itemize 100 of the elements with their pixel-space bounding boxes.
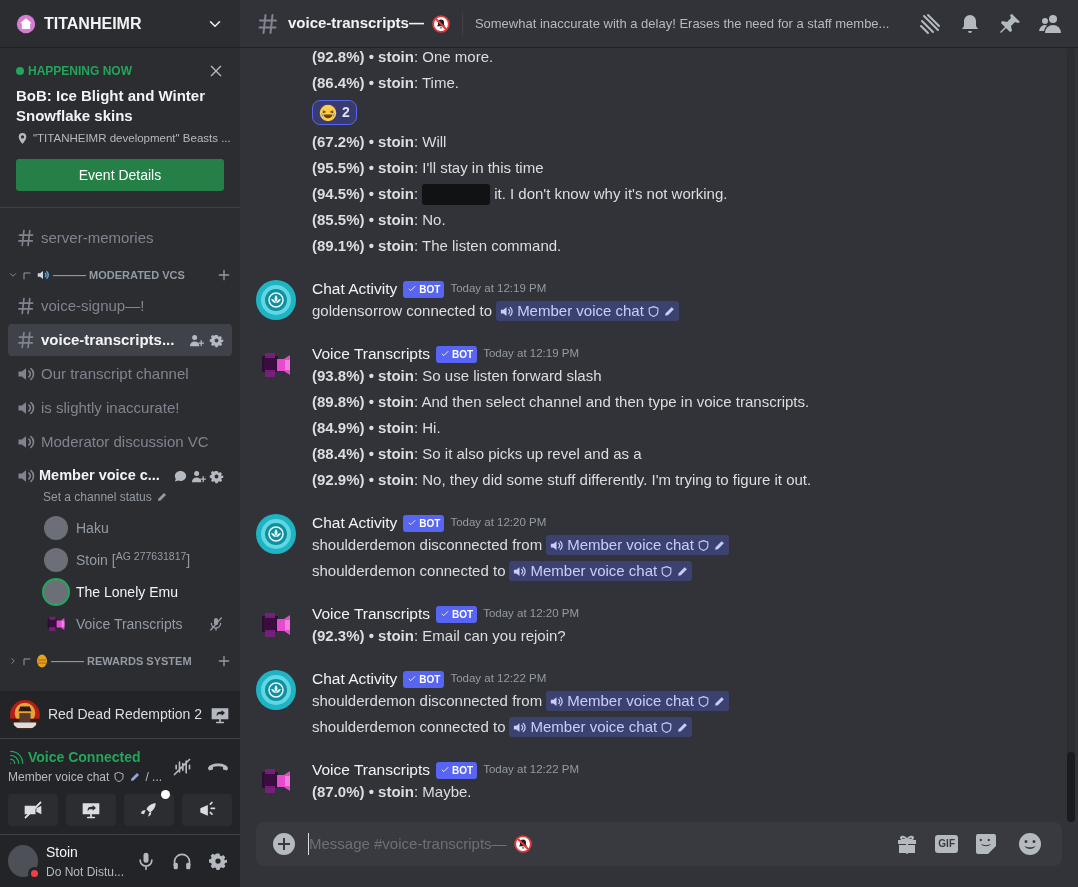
message-text: shoulderdemon disconnected from xyxy=(312,691,543,711)
pencil-icon xyxy=(662,304,676,318)
reaction-button[interactable]: 2 xyxy=(312,100,357,125)
chat-icon[interactable] xyxy=(173,468,188,484)
shield-icon xyxy=(113,771,126,783)
live-dot xyxy=(16,67,24,75)
event-status: HAPPENING NOW xyxy=(28,63,132,80)
message-field[interactable]: Message #voice-transcripts— xyxy=(308,832,510,856)
voice-member[interactable]: Stoin [$^{AG 277631817}$] xyxy=(8,544,232,577)
shield-icon xyxy=(696,694,710,708)
game-name: Red Dead Redemption 2 xyxy=(47,705,202,724)
author-name[interactable]: Chat Activity xyxy=(312,667,398,691)
bot-tag: BOT xyxy=(403,670,445,688)
channel-name: voice-transcripts— xyxy=(288,13,424,34)
house-icon xyxy=(16,13,36,34)
message-text: (89.8%) • stoin: And then select channel and then type in voice transcripts. xyxy=(312,392,811,412)
channel-topic[interactable]: Somewhat inaccurate with a delay! Erases the need for a staff membe... xyxy=(474,13,902,34)
pencil-icon xyxy=(712,538,726,552)
author-name[interactable]: Voice Transcripts xyxy=(312,602,431,626)
category-name[interactable]: ——— REWARDS SYSTEM xyxy=(51,653,213,670)
bot-tag: BOT xyxy=(436,761,478,779)
channel-item[interactable]: voice-transcripts... xyxy=(8,324,232,357)
channel-mention[interactable]: Member voice chat xyxy=(509,717,693,737)
add-member-icon[interactable] xyxy=(189,332,204,348)
message-text: it. I don't know why it's not working. xyxy=(494,184,728,204)
pencil-icon xyxy=(676,720,690,734)
author-name[interactable]: Chat Activity xyxy=(312,511,398,535)
screen-share-button[interactable] xyxy=(66,794,116,826)
voice-member[interactable]: The Lonely Emu xyxy=(8,576,232,609)
message-text: (87.0%) • stoin: Maybe. xyxy=(312,782,473,802)
hash-icon xyxy=(16,296,36,317)
category-name[interactable]: ——— MODERATED VCS xyxy=(53,267,213,284)
author-name[interactable]: Chat Activity xyxy=(312,277,398,301)
author-name[interactable]: Voice Transcripts xyxy=(312,342,431,366)
message-text: shoulderdemon connected to xyxy=(312,717,506,737)
timestamp: Today at 12:19 PM xyxy=(450,281,547,297)
server-name[interactable]: TITANHEIMR xyxy=(44,11,142,36)
settings-icon[interactable] xyxy=(209,332,224,348)
bot-tag: BOT xyxy=(436,345,478,363)
message-text: shoulderdemon connected to xyxy=(312,561,506,581)
bot-avatar[interactable] xyxy=(256,514,296,554)
channel-mention[interactable]: Member voice chat xyxy=(509,561,693,581)
channel-suffix: / ... xyxy=(145,769,163,786)
check-icon xyxy=(407,284,418,294)
message-text: (67.2%) • stoin: Will xyxy=(312,132,448,152)
soundboard-button[interactable] xyxy=(182,794,232,826)
camera-button[interactable] xyxy=(8,794,58,826)
sticker-icon xyxy=(974,832,998,856)
shield-icon xyxy=(660,564,674,578)
event-details-button[interactable]: Event Details xyxy=(16,159,224,192)
camera-off-icon xyxy=(23,800,43,820)
channel-mention[interactable]: Member voice chat xyxy=(546,691,729,711)
message-text: (92.9%) • stoin: No, they did some stuff differently. I'm trying to figure it out. xyxy=(312,470,813,490)
scrollbar-thumb[interactable] xyxy=(1067,752,1075,822)
pencil-icon[interactable] xyxy=(155,491,168,504)
voice-member[interactable]: Haku xyxy=(8,512,232,545)
timestamp: Today at 12:19 PM xyxy=(483,346,580,362)
timestamp: Today at 12:22 PM xyxy=(483,762,580,778)
message-text: (93.8%) • stoin: So use listen forward slash xyxy=(312,366,603,386)
settings-icon[interactable] xyxy=(209,468,224,484)
message-text: (85.5%) • stoin: No. xyxy=(312,210,447,230)
chevron-right-icon[interactable] xyxy=(8,656,18,667)
attach-button[interactable] xyxy=(272,832,296,856)
pin-icon[interactable] xyxy=(998,11,1022,36)
check-icon xyxy=(440,765,451,775)
channel-item[interactable]: server-memories xyxy=(8,222,232,255)
voice-channel-name[interactable]: Member voice chat xyxy=(8,768,110,786)
channel-item[interactable]: Our transcript channel xyxy=(8,358,232,391)
author-name[interactable]: Voice Transcripts xyxy=(312,758,431,782)
message-text: goldensorrow connected to xyxy=(312,301,493,321)
noise-off-icon xyxy=(172,756,192,777)
pencil-icon xyxy=(129,771,142,783)
message-text: (92.3%) • stoin: Email can you rejoin? xyxy=(312,626,567,646)
channel-item[interactable]: Moderator discussion VC xyxy=(8,426,232,459)
signal-icon xyxy=(8,749,24,766)
screen-share-icon xyxy=(81,800,101,820)
redaction-bar xyxy=(422,183,491,205)
hash-icon xyxy=(16,330,36,351)
pencil-icon xyxy=(712,694,726,708)
voice-status[interactable]: Voice Connected xyxy=(28,747,141,768)
message-text: (95.5%) • stoin: I'll stay in this time xyxy=(312,158,545,178)
add-member-icon[interactable] xyxy=(191,468,206,484)
voice-member[interactable]: Voice Transcripts xyxy=(8,608,232,641)
bot-tag: BOT xyxy=(403,514,445,532)
bot-avatar[interactable] xyxy=(256,280,296,320)
close-icon[interactable] xyxy=(208,63,224,79)
microphone-icon xyxy=(136,851,156,871)
channel-mention[interactable]: Member voice chat xyxy=(496,301,679,321)
hang-up-icon xyxy=(208,762,228,771)
shield-icon xyxy=(696,538,710,552)
helmet-icon xyxy=(36,654,48,669)
laughing-emoji-icon xyxy=(319,103,337,122)
bot-avatar[interactable] xyxy=(256,670,296,710)
gif-button[interactable]: GIF xyxy=(935,835,958,853)
channel-item[interactable]: voice-signup—! xyxy=(8,290,232,323)
channel-mention[interactable]: Member voice chat xyxy=(546,535,729,555)
channel-item[interactable]: is slightly inaccurate! xyxy=(8,392,232,425)
threads-icon[interactable] xyxy=(918,11,942,36)
user-status: Do Not Distu... xyxy=(45,863,124,881)
message-text: shoulderdemon disconnected from xyxy=(312,535,543,555)
